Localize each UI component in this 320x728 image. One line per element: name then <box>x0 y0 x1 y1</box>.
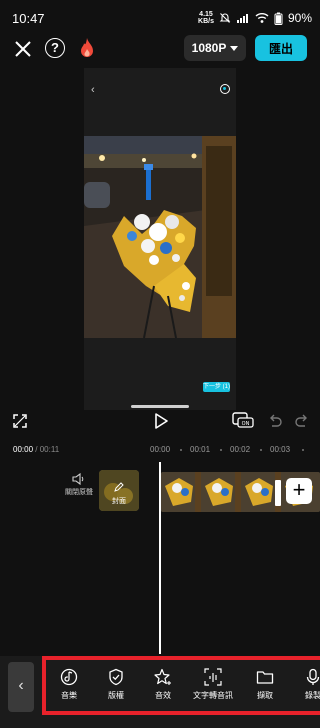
export-button[interactable]: 匯出 <box>255 35 307 61</box>
tool-extract-label: 擷取 <box>257 691 273 700</box>
microphone-icon <box>306 668 320 685</box>
music-note-icon <box>60 668 78 686</box>
fullscreen-icon[interactable] <box>13 414 27 428</box>
ruler-dot <box>180 449 182 451</box>
ruler-label: 00:00 <box>150 445 171 454</box>
bell-muted-icon <box>219 13 231 23</box>
undo-icon[interactable] <box>268 414 282 428</box>
tool-extract[interactable]: 擷取 <box>248 668 282 701</box>
tool-sound-effects-label: 音效 <box>155 691 171 700</box>
current-time: 00:00 / 00:11 <box>13 445 59 454</box>
tool-sound-effects[interactable]: 音效 <box>146 668 180 701</box>
close-icon[interactable] <box>14 40 32 58</box>
chevron-left-icon: ‹ <box>18 677 24 694</box>
fire-icon[interactable] <box>78 37 96 59</box>
resolution-value: 1080P <box>191 41 227 55</box>
preview-photo <box>84 136 236 338</box>
sparkle-star-icon <box>154 668 171 685</box>
tool-record[interactable]: 錄製 <box>296 668 320 701</box>
total-time: / 00:11 <box>35 445 60 454</box>
preview-next-button[interactable]: 下一步 (1) <box>203 382 230 392</box>
clip-trim-handle[interactable] <box>275 480 281 506</box>
record-dot-icon <box>220 84 230 94</box>
time-ruler: 00:00 / 00:11 00:00 00:01 00:02 00:03 <box>0 440 320 460</box>
preview-scroll-indicator <box>131 405 189 408</box>
speaker-icon <box>72 473 84 485</box>
collapse-toolbar-button[interactable]: ‹ <box>8 662 34 712</box>
tool-copyright[interactable]: 版權 <box>99 668 133 701</box>
ruler-dot <box>260 449 262 451</box>
mute-original-audio-label: 關閉原聲 <box>65 489 93 496</box>
network-speed-value: 4.15 <box>199 11 213 18</box>
folder-icon <box>256 671 274 684</box>
video-preview[interactable]: ‹ 下一步 (1) <box>84 68 236 410</box>
wifi-icon <box>255 13 269 23</box>
ruler-label: 00:01 <box>190 445 211 454</box>
auto-captions-icon[interactable]: ON <box>232 412 254 432</box>
redo-icon[interactable] <box>295 414 309 428</box>
ruler-dot <box>220 449 222 451</box>
tool-record-label: 錄製 <box>305 691 320 700</box>
audio-tools-panel: 音樂 版權 音效 文字轉音訊 擷取 錄製 <box>42 656 320 715</box>
tool-text-to-audio-label: 文字轉音訊 <box>193 691 233 700</box>
cover-label: 封面 <box>112 498 126 505</box>
status-bar: 10:47 4.15 KB/s 90% <box>0 0 320 36</box>
ruler-label: 00:02 <box>230 445 251 454</box>
svg-text:ON: ON <box>242 421 250 427</box>
chevron-down-icon <box>230 45 239 51</box>
pencil-icon <box>114 482 124 492</box>
help-icon[interactable]: ? <box>45 38 65 58</box>
battery-percent: 90% <box>287 11 312 25</box>
status-time: 10:47 <box>12 11 45 26</box>
shield-check-icon <box>109 668 123 686</box>
tool-music-label: 音樂 <box>61 691 77 700</box>
cover-button[interactable]: 封面 <box>99 470 139 511</box>
play-icon[interactable] <box>154 413 168 429</box>
status-indicators: 4.15 KB/s 90% <box>198 10 312 26</box>
network-speed-unit: KB/s <box>198 18 214 25</box>
current-time-value: 00:00 <box>13 445 34 454</box>
tool-music[interactable]: 音樂 <box>52 668 86 701</box>
network-speed: 4.15 KB/s <box>198 11 214 25</box>
battery-icon <box>274 12 283 25</box>
tool-copyright-label: 版權 <box>108 691 124 700</box>
chevron-left-icon: ‹ <box>91 84 95 96</box>
playhead[interactable] <box>159 462 161 654</box>
ruler-dot <box>302 449 304 451</box>
resolution-selector[interactable]: 1080P <box>184 35 246 61</box>
ruler-label: 00:03 <box>270 445 291 454</box>
mute-original-audio-button[interactable]: 關閉原聲 <box>64 473 94 497</box>
tool-text-to-audio[interactable]: 文字轉音訊 <box>188 668 238 701</box>
signal-hd-icon <box>236 14 248 23</box>
add-clip-button[interactable]: + <box>286 478 312 504</box>
text-to-audio-icon <box>204 668 222 686</box>
